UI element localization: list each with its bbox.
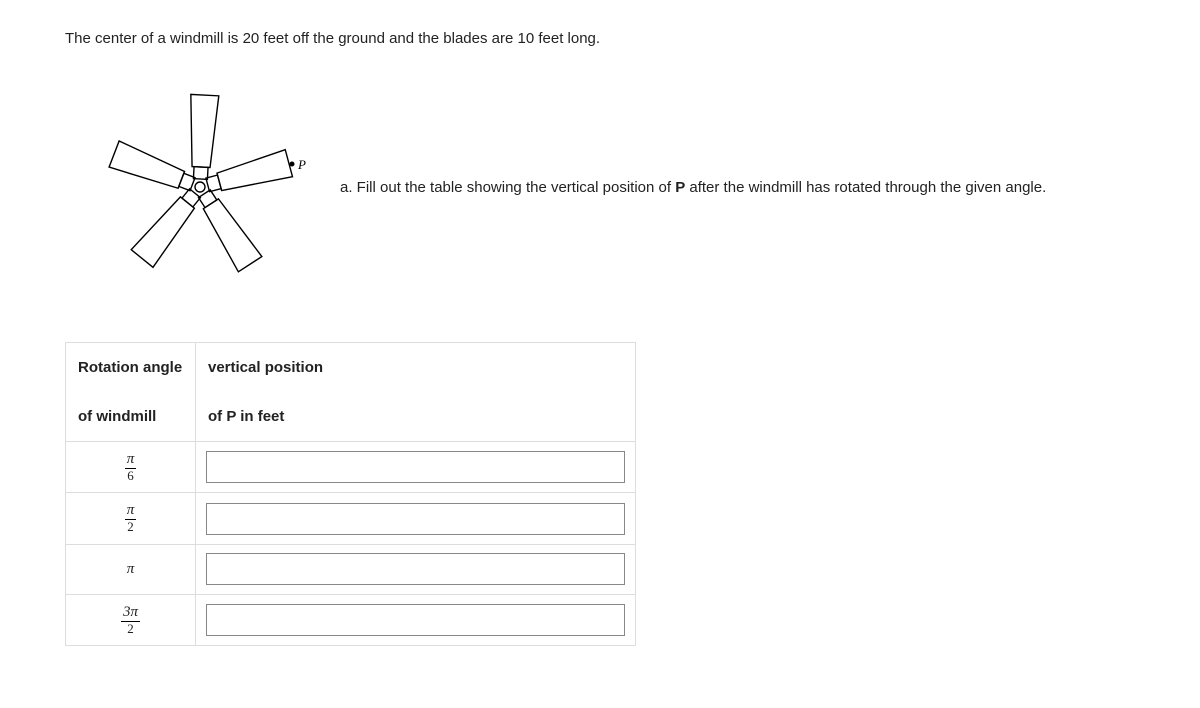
answer-input-4[interactable]	[206, 604, 625, 636]
angle-den: 2	[125, 520, 137, 534]
table-row: π2	[66, 493, 636, 544]
input-cell	[196, 442, 636, 493]
header-rotation-angle: Rotation angle of windmill	[66, 343, 196, 442]
question-a-prefix: a. Fill out the table showing the vertic…	[340, 179, 675, 196]
windmill-diagram: P	[85, 72, 315, 302]
input-cell	[196, 544, 636, 594]
header-col1-line1: Rotation angle	[78, 357, 183, 378]
header-col2-line2: of P in feet	[208, 406, 623, 427]
angle-num: π	[125, 452, 137, 469]
input-cell	[196, 594, 636, 645]
header-col2-line1: vertical position	[208, 357, 623, 378]
angle-plain: π	[127, 561, 135, 577]
angle-den: 6	[125, 469, 137, 483]
question-a: a. Fill out the table showing the vertic…	[340, 179, 1046, 196]
header-col1-line2: of windmill	[78, 406, 183, 427]
answer-input-2[interactable]	[206, 503, 625, 535]
angle-den: 2	[121, 622, 140, 636]
table-row: 3π2	[66, 594, 636, 645]
table-row: π6	[66, 442, 636, 493]
angle-cell: π	[66, 544, 196, 594]
point-p-label: P	[297, 157, 306, 172]
angle-num: 3π	[121, 605, 140, 622]
figure-row: P a. Fill out the table showing the vert…	[85, 72, 1135, 302]
question-a-suffix: after the windmill has rotated through t…	[685, 179, 1046, 196]
angle-cell: π6	[66, 442, 196, 493]
answer-table: Rotation angle of windmill vertical posi…	[65, 342, 636, 646]
angle-cell: π2	[66, 493, 196, 544]
angle-cell: 3π2	[66, 594, 196, 645]
problem-intro: The center of a windmill is 20 feet off …	[65, 30, 1135, 47]
answer-input-1[interactable]	[206, 451, 625, 483]
table-row: π	[66, 544, 636, 594]
angle-num: π	[125, 503, 137, 520]
input-cell	[196, 493, 636, 544]
header-vertical-position: vertical position of P in feet	[196, 343, 636, 442]
answer-input-3[interactable]	[206, 553, 625, 585]
question-a-bold: P	[675, 179, 685, 196]
